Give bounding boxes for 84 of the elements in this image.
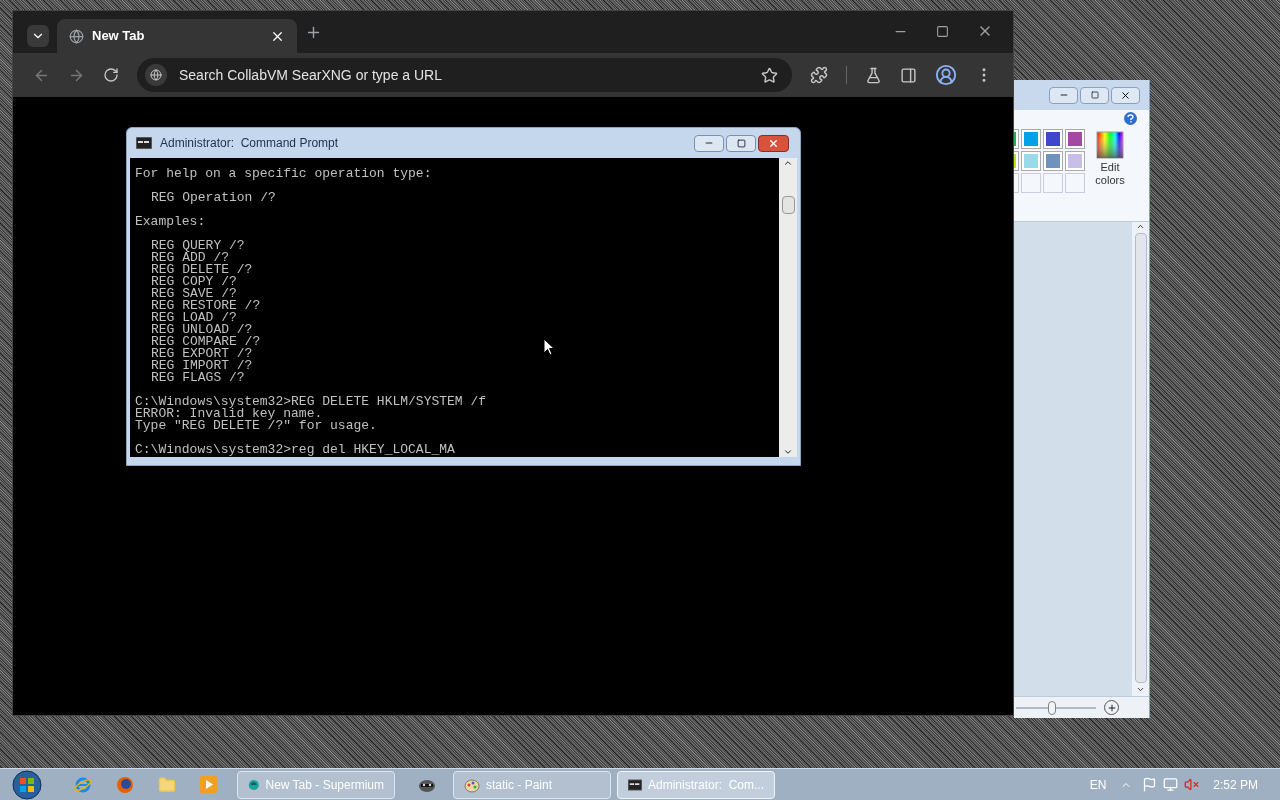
console-line: Examples: [135, 216, 206, 228]
console-line: For help on a specific operation type: [135, 168, 432, 180]
maximize-icon[interactable] [936, 24, 949, 38]
console-icon [628, 778, 642, 791]
paint-palette-icon [464, 776, 480, 793]
console-line: REG RESTORE /? [151, 300, 261, 312]
color-swatch[interactable] [1043, 129, 1063, 149]
profile-icon[interactable] [935, 64, 957, 86]
console-line: REG LOAD /? [151, 312, 237, 324]
console-line: Type "REG DELETE /?" for usage. [135, 420, 377, 432]
help-icon[interactable] [1124, 112, 1137, 125]
flask-icon[interactable] [865, 66, 882, 84]
scroll-thumb[interactable] [1134, 233, 1147, 683]
globe-icon [150, 69, 162, 81]
tab-search-button[interactable] [27, 25, 49, 47]
console-line: REG QUERY /? [151, 240, 245, 252]
volume-muted-icon[interactable] [1184, 777, 1200, 792]
console-line: REG IMPORT /? [151, 360, 253, 372]
console-line: REG COMPARE /? [151, 336, 261, 348]
zoom-slider[interactable] [1016, 699, 1096, 716]
console-line: REG DELETE /? [151, 264, 253, 276]
side-panel-icon[interactable] [900, 66, 917, 84]
taskbar-button[interactable]: New Tab - Supermium [237, 770, 395, 799]
minimize-button[interactable] [694, 134, 724, 152]
scroll-down-icon[interactable] [1136, 685, 1145, 694]
network-icon[interactable] [1163, 777, 1179, 792]
console-line: REG SAVE /? [151, 288, 237, 300]
color-swatch[interactable] [1043, 151, 1063, 171]
console-line: REG Operation /? [151, 192, 276, 204]
minimize-button[interactable] [1049, 86, 1078, 104]
color-swatch[interactable] [1021, 151, 1041, 171]
bookmark-star-icon[interactable] [761, 66, 778, 84]
site-info-button[interactable] [145, 64, 167, 86]
edit-colors-button[interactable]: Edit colors [1091, 131, 1129, 187]
close-button[interactable] [758, 134, 789, 152]
console-icon [136, 137, 152, 149]
console-line: REG EXPORT /? [151, 348, 253, 360]
media-player-icon[interactable] [200, 776, 217, 793]
empty-swatch[interactable] [1021, 173, 1041, 193]
console-line: REG FLAGS /? [151, 372, 245, 384]
close-icon [768, 137, 779, 149]
address-field[interactable]: Search CollabVM SearXNG or type a URL [179, 64, 749, 86]
empty-swatch[interactable] [1065, 173, 1085, 193]
globe-icon [69, 28, 84, 44]
console-line: C:\Windows\system32>REG DELETE HKLM/SYSTEM /f [135, 396, 487, 408]
start-button[interactable] [10, 769, 44, 800]
new-tab-icon[interactable] [305, 24, 322, 41]
maximize-icon [736, 138, 746, 148]
color-swatch[interactable] [1065, 129, 1085, 149]
restore-icon [1090, 91, 1099, 99]
color-swatch[interactable] [1021, 129, 1041, 149]
maximize-button[interactable] [726, 134, 756, 152]
color-spectrum-icon [1096, 131, 1124, 159]
internet-explorer-icon[interactable] [74, 775, 92, 794]
scroll-down-icon[interactable] [783, 447, 793, 457]
clock[interactable]: 2:52 PM [1213, 775, 1258, 794]
restore-button[interactable] [1080, 86, 1109, 104]
window-title: Administrator: Command Prompt [160, 135, 340, 152]
scrollbar[interactable] [1132, 222, 1149, 696]
console-line: REG ADD /? [151, 252, 229, 264]
extensions-icon[interactable] [810, 66, 828, 84]
taskbar-button[interactable]: Administrator: Com... [617, 770, 775, 799]
flag-icon[interactable] [1142, 777, 1158, 792]
console-line: REG COPY /? [151, 276, 237, 288]
empty-swatch[interactable] [1014, 173, 1019, 193]
empty-swatch[interactable] [1043, 173, 1063, 193]
plus-icon [1106, 702, 1117, 713]
scrollbar[interactable] [779, 158, 797, 457]
taskbar-button[interactable]: static - Paint [453, 770, 611, 799]
scroll-up-icon[interactable] [1136, 222, 1145, 231]
scroll-thumb[interactable] [781, 196, 795, 214]
close-icon [1120, 89, 1131, 101]
reload-icon[interactable] [103, 67, 119, 83]
console-line: C:\Windows\system32>reg del HKEY_LOCAL_MA [135, 444, 455, 456]
browser-tab[interactable]: New Tab [57, 19, 297, 53]
console-line: ERROR: Invalid key name. [135, 408, 323, 420]
close-button[interactable] [1111, 86, 1140, 104]
scroll-up-icon[interactable] [783, 158, 793, 168]
language-indicator[interactable]: EN [1089, 775, 1107, 794]
color-swatch[interactable] [1065, 151, 1085, 171]
mouse-cursor-icon [543, 338, 555, 356]
console-line: REG UNLOAD /? [151, 324, 253, 336]
firefox-icon[interactable] [116, 775, 134, 794]
address-bar[interactable]: Search CollabVM SearXNG or type a URL [137, 58, 792, 92]
